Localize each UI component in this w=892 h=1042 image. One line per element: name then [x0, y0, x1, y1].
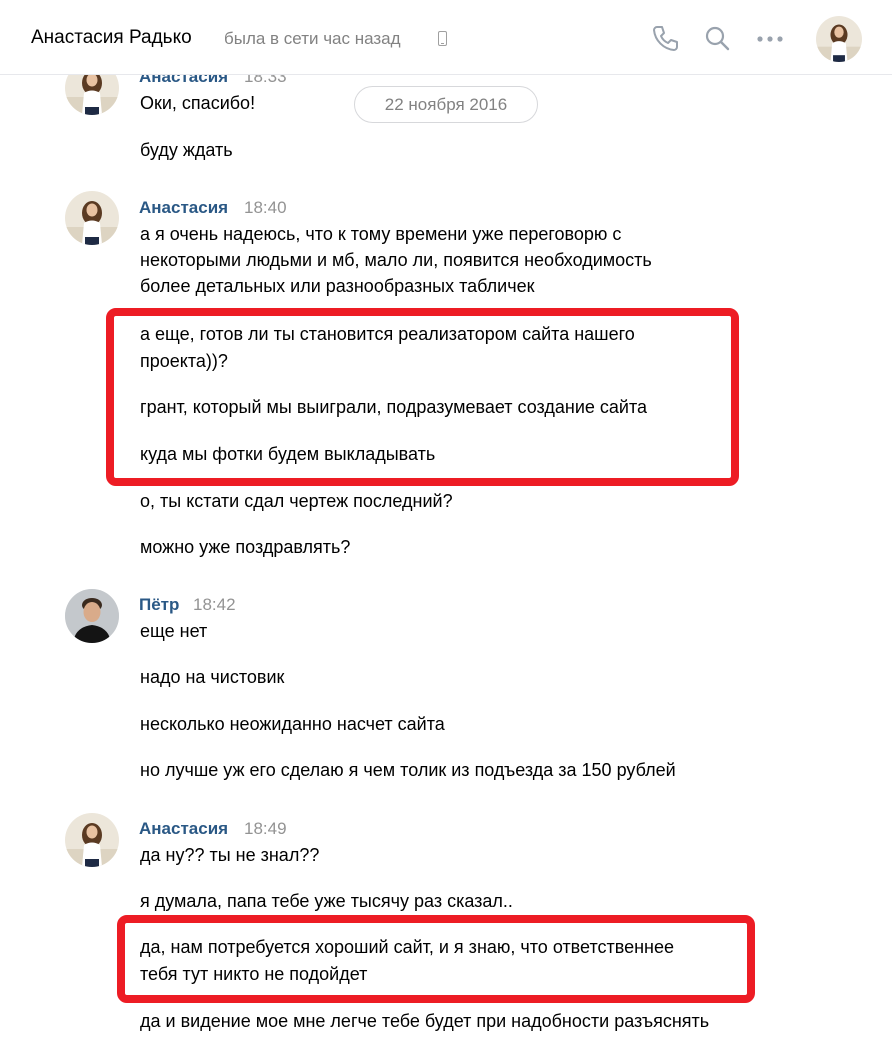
avatar[interactable] [65, 75, 119, 115]
message-text: еще нет [140, 621, 208, 641]
message-author[interactable]: Анастасия [139, 75, 228, 87]
message-text: проекта))? [140, 351, 228, 371]
contact-name[interactable]: Анастасия Радько [31, 27, 192, 49]
message-author[interactable]: Анастасия [139, 198, 228, 218]
message-text: куда мы фотки будем выкладывать [140, 444, 436, 464]
message-time: 18:42 [193, 595, 236, 614]
mobile-status-icon [438, 31, 447, 46]
message-author[interactable]: Анастасия [139, 819, 228, 839]
message-time: 18:40 [244, 198, 287, 217]
online-status: была в сети час назад [224, 29, 401, 48]
date-separator: 22 ноября 2016 [354, 86, 538, 123]
contact-avatar[interactable] [816, 16, 862, 62]
more-icon[interactable] [754, 22, 786, 54]
message-text: да ну?? ты не знал?? [140, 845, 320, 865]
message-text: а еще, готов ли ты становится реализатор… [140, 324, 635, 344]
message-text: да и видение мое мне легче тебе будет пр… [140, 1011, 710, 1031]
message-text: да, нам потребуется хороший сайт, и я зн… [140, 937, 675, 957]
message-text: буду ждать [140, 140, 233, 160]
message-text: о, ты кстати сдал чертеж последний? [140, 491, 453, 511]
message-text: но лучше уж его сделаю я чем толик из по… [140, 760, 676, 780]
message-text: тебя тут никто не подойдет [140, 964, 368, 984]
message-author[interactable]: Пётр [139, 595, 179, 615]
message-feed[interactable]: Анастасия 18:33 Оки, спасибо! буду ждать… [0, 75, 892, 1042]
message-text: я думала, папа тебе уже тысячу раз сказа… [140, 891, 513, 911]
message-text: а я очень надеюсь, что к тому времени уж… [140, 224, 622, 244]
avatar[interactable] [65, 813, 119, 867]
message-text: некоторыми людьми и мб, мало ли, появитс… [140, 250, 652, 270]
avatar[interactable] [65, 191, 119, 245]
message-time: 18:33 [244, 75, 287, 86]
message-text: более детальных или разнообразных таблич… [140, 276, 535, 296]
avatar[interactable] [65, 589, 119, 643]
message-text: Оки, спасибо! [140, 93, 256, 113]
message-text: можно уже поздравлять? [140, 537, 351, 557]
search-icon[interactable] [701, 22, 733, 54]
message-time: 18:49 [244, 819, 287, 838]
chat-header: Анастасия Радько была в сети час назад [0, 0, 892, 75]
message-text: надо на чистовик [140, 667, 285, 687]
message-text: несколько неожиданно насчет сайта [140, 714, 445, 734]
phone-icon[interactable] [649, 22, 681, 54]
message-text: грант, который мы выиграли, подразумевае… [140, 397, 647, 417]
